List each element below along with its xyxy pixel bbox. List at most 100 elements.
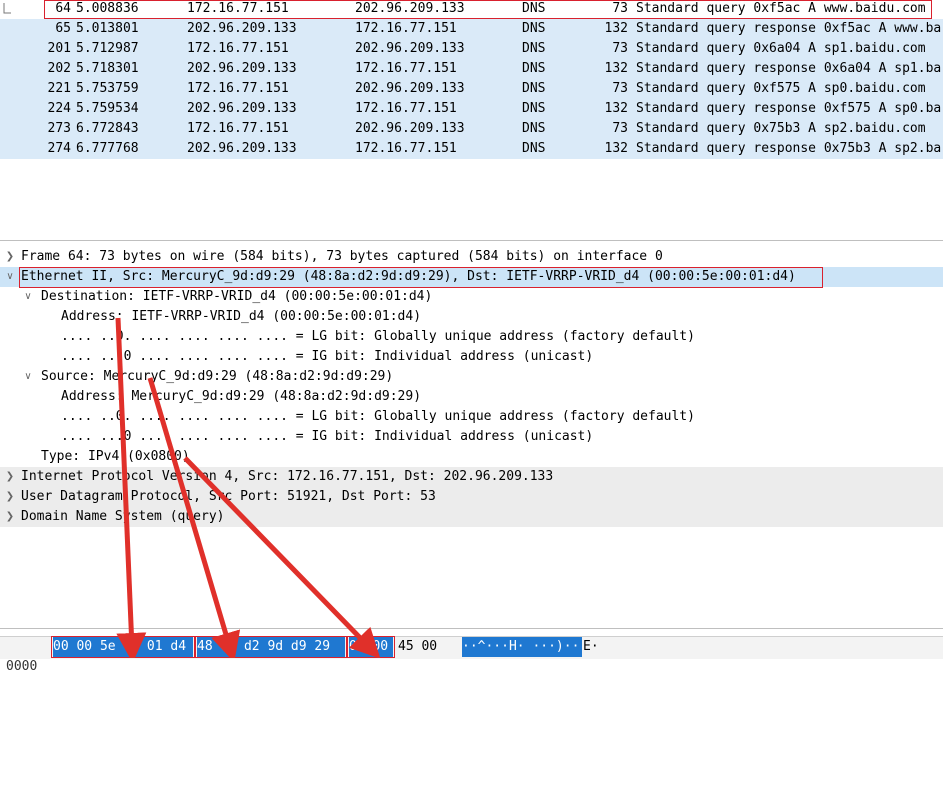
packet-time: 5.753759	[76, 81, 139, 96]
packet-info: Standard query 0xf575 A sp0.baidu.com	[636, 81, 926, 96]
packet-proto: DNS	[522, 21, 546, 36]
tree-item-label: .... ..0. .... .... .... .... = LG bit: …	[61, 329, 695, 344]
chevron-right-icon[interactable]: ❯	[4, 467, 16, 487]
hex-offset: 0000	[6, 659, 38, 674]
tree-item-label: .... ...0 .... .... .... .... = IG bit: …	[61, 429, 594, 444]
tree-item-label: .... ...0 .... .... .... .... = IG bit: …	[61, 349, 594, 364]
tree-item-dst-ig[interactable]: .... ...0 .... .... .... .... = IG bit: …	[0, 347, 943, 367]
tree-item-dst-address[interactable]: Address: IETF-VRRP-VRID_d4 (00:00:5e:00:…	[0, 307, 943, 327]
packet-len: 73	[612, 121, 628, 136]
packet-src: 202.96.209.133	[187, 21, 297, 36]
packet-row[interactable]: 221 5.753759 172.16.77.151 202.96.209.13…	[0, 79, 943, 99]
tree-item-label: .... ..0. .... .... .... .... = LG bit: …	[61, 409, 695, 424]
tree-item-label: Address: MercuryC_9d:d9:29 (48:8a:d2:9d:…	[61, 389, 422, 404]
packet-dst: 172.16.77.151	[355, 61, 457, 76]
packet-dst: 202.96.209.133	[355, 121, 465, 136]
packet-row[interactable]: 273 6.772843 172.16.77.151 202.96.209.13…	[0, 119, 943, 139]
tree-item-destination[interactable]: ∨ Destination: IETF-VRRP-VRID_d4 (00:00:…	[0, 287, 943, 307]
packet-info: Standard query 0x75b3 A sp2.baidu.com	[636, 121, 926, 136]
packet-proto: DNS	[522, 81, 546, 96]
tree-item-label: Domain Name System (query)	[21, 509, 225, 524]
packet-dst: 202.96.209.133	[355, 81, 465, 96]
packet-src: 172.16.77.151	[187, 121, 289, 136]
packet-time: 5.759534	[76, 101, 139, 116]
packet-len: 132	[604, 101, 628, 116]
packet-row[interactable]: 202 5.718301 202.96.209.133 172.16.77.15…	[0, 59, 943, 79]
hex-rest-bytes[interactable]: 45 00	[398, 637, 437, 657]
packet-len: 132	[604, 141, 628, 156]
packet-row[interactable]: 65 5.013801 202.96.209.133 172.16.77.151…	[0, 19, 943, 39]
packet-src: 202.96.209.133	[187, 101, 297, 116]
packet-no: 202	[47, 61, 71, 76]
src-bytes-highlight-box	[195, 636, 347, 658]
tree-item-label: Destination: IETF-VRRP-VRID_d4 (00:00:5e…	[41, 289, 433, 304]
packet-dst: 202.96.209.133	[355, 41, 465, 56]
packet-info: Standard query response 0xf5ac A www.ba	[636, 21, 942, 36]
tree-item-ip[interactable]: ❯ Internet Protocol Version 4, Src: 172.…	[0, 467, 943, 487]
tree-item-label: Internet Protocol Version 4, Src: 172.16…	[21, 469, 554, 484]
packet-proto: DNS	[522, 101, 546, 116]
packet-len: 73	[612, 41, 628, 56]
type-bytes-highlight-box	[347, 636, 395, 658]
chevron-down-icon[interactable]: ∨	[4, 267, 16, 287]
tree-item-label: Source: MercuryC_9d:d9:29 (48:8a:d2:9d:d…	[41, 369, 394, 384]
packet-info: Standard query response 0x6a04 A sp1.ba	[636, 61, 942, 76]
packet-no: 201	[47, 41, 71, 56]
packet-no: 273	[47, 121, 71, 136]
packet-src: 202.96.209.133	[187, 141, 297, 156]
ethernet-highlight-box	[19, 267, 823, 288]
packet-len: 132	[604, 21, 628, 36]
packet-time: 6.772843	[76, 121, 139, 136]
pane-divider[interactable]	[0, 240, 943, 241]
packet-no: 221	[47, 81, 71, 96]
packet-row[interactable]: 274 6.777768 202.96.209.133 172.16.77.15…	[0, 139, 943, 159]
tree-item-label: Frame 64: 73 bytes on wire (584 bits), 7…	[21, 249, 663, 264]
tree-item-udp[interactable]: ❯ User Datagram Protocol, Src Port: 5192…	[0, 487, 943, 507]
packet-len: 132	[604, 61, 628, 76]
chevron-down-icon[interactable]: ∨	[22, 287, 34, 307]
packet-src: 172.16.77.151	[187, 41, 289, 56]
tree-item-label: Type: IPv4 (0x0800)	[41, 449, 190, 464]
packet-row[interactable]: 224 5.759534 202.96.209.133 172.16.77.15…	[0, 99, 943, 119]
chevron-right-icon[interactable]: ❯	[4, 247, 16, 267]
packet-src: 202.96.209.133	[187, 61, 297, 76]
tree-item-dst-lg[interactable]: .... ..0. .... .... .... .... = LG bit: …	[0, 327, 943, 347]
packet-proto: DNS	[522, 41, 546, 56]
tree-item-frame[interactable]: ❯ Frame 64: 73 bytes on wire (584 bits),…	[0, 247, 943, 267]
packet-no: 65	[55, 21, 71, 36]
packet-time: 5.013801	[76, 21, 139, 36]
tree-item-src-address[interactable]: Address: MercuryC_9d:d9:29 (48:8a:d2:9d:…	[0, 387, 943, 407]
tree-item-type[interactable]: Type: IPv4 (0x0800)	[0, 447, 943, 467]
packet-proto: DNS	[522, 61, 546, 76]
packet-dst: 172.16.77.151	[355, 21, 457, 36]
packet-row[interactable]: 201 5.712987 172.16.77.151 202.96.209.13…	[0, 39, 943, 59]
packet-info: Standard query response 0xf575 A sp0.ba	[636, 101, 942, 116]
tree-item-label: User Datagram Protocol, Src Port: 51921,…	[21, 489, 436, 504]
request-arrow-icon	[3, 3, 11, 14]
chevron-down-icon[interactable]: ∨	[22, 367, 34, 387]
chevron-right-icon[interactable]: ❯	[4, 487, 16, 507]
tree-item-label: Address: IETF-VRRP-VRID_d4 (00:00:5e:00:…	[61, 309, 422, 324]
packet-info: Standard query 0x6a04 A sp1.baidu.com	[636, 41, 926, 56]
packet-no: 274	[47, 141, 71, 156]
packet-time: 6.777768	[76, 141, 139, 156]
packet-time: 5.712987	[76, 41, 139, 56]
ascii-rest[interactable]: E·	[583, 637, 599, 657]
packet-proto: DNS	[522, 141, 546, 156]
tree-item-src-lg[interactable]: .... ..0. .... .... .... .... = LG bit: …	[0, 407, 943, 427]
tree-item-src-ig[interactable]: .... ...0 .... .... .... .... = IG bit: …	[0, 427, 943, 447]
packet-no: 224	[47, 101, 71, 116]
packet-time: 5.718301	[76, 61, 139, 76]
packet-dst: 172.16.77.151	[355, 101, 457, 116]
chevron-right-icon[interactable]: ❯	[4, 507, 16, 527]
ascii-selected[interactable]: ··^···H· ···)··	[462, 637, 582, 657]
dst-bytes-highlight-box	[51, 636, 195, 658]
packet-proto: DNS	[522, 121, 546, 136]
selected-packet-highlight	[44, 0, 932, 19]
packet-len: 73	[612, 81, 628, 96]
packet-info: Standard query response 0x75b3 A sp2.ba	[636, 141, 942, 156]
tree-item-dns[interactable]: ❯ Domain Name System (query)	[0, 507, 943, 527]
tree-item-source[interactable]: ∨ Source: MercuryC_9d:d9:29 (48:8a:d2:9d…	[0, 367, 943, 387]
pane-divider[interactable]	[0, 628, 943, 629]
packet-src: 172.16.77.151	[187, 81, 289, 96]
